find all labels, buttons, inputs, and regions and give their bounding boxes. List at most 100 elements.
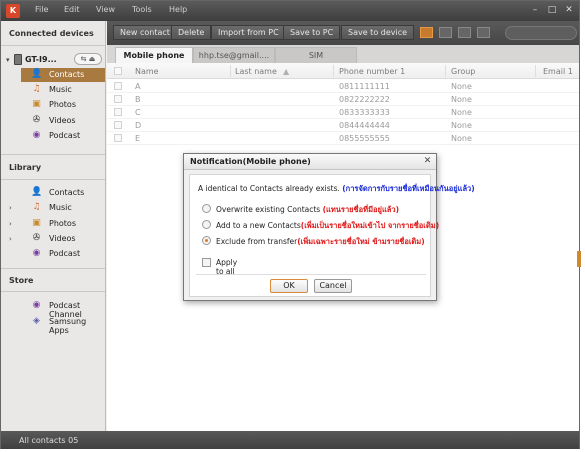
overwrite-radio[interactable] xyxy=(202,204,211,213)
sidebar-item-label: Videos xyxy=(49,116,76,125)
grid-view-icon[interactable] xyxy=(477,27,490,38)
close-icon[interactable]: ✕ xyxy=(563,4,575,16)
divider xyxy=(1,291,105,292)
samsung-apps-icon: ◈ xyxy=(33,316,40,326)
option-text: Add to a new Contacts xyxy=(216,221,301,230)
sidebar-item-label: Contacts xyxy=(49,188,85,197)
sidebar-item-label: Podcast xyxy=(49,131,81,140)
search-input[interactable] xyxy=(505,26,577,40)
divider xyxy=(1,268,105,269)
message-text: A identical to Contacts already exists. xyxy=(198,184,340,193)
import-from-pc-button[interactable]: Import from PC xyxy=(211,25,286,40)
chevron-right-icon[interactable]: › xyxy=(9,204,12,212)
photos-icon: ▣ xyxy=(32,99,41,109)
menu-bar: K File Edit View Tools Help – □ ✕ xyxy=(1,1,579,21)
save-to-pc-button[interactable]: Save to PC xyxy=(283,25,341,40)
library-item-contacts[interactable]: 👤 Contacts xyxy=(21,186,105,200)
music-icon: ♫ xyxy=(32,202,41,212)
ok-button[interactable]: OK xyxy=(270,279,308,293)
library-item-podcast[interactable]: ◉ Podcast xyxy=(21,247,105,261)
option-note: (แทนรายชื่อที่มีอยู่แล้ว) xyxy=(322,205,400,214)
store-item-podcast-channel[interactable]: ◉ Podcast Channel xyxy=(21,299,105,319)
sidebar-item-music[interactable]: ♫ Music xyxy=(21,83,105,97)
detail-view-icon[interactable] xyxy=(458,27,471,38)
music-icon: ♫ xyxy=(32,84,41,94)
tab-bar: Mobile phone hhp.tse@gmail.... SIM xyxy=(107,45,579,63)
cancel-button[interactable]: Cancel xyxy=(314,279,352,293)
status-bar: All contacts 05 xyxy=(1,431,579,449)
photos-icon: ▣ xyxy=(32,218,41,228)
podcast-channel-icon: ◉ xyxy=(32,300,41,310)
app-logo: K xyxy=(6,4,20,18)
sidebar-item-label: Music xyxy=(49,85,72,94)
option-exclude[interactable]: Exclude from transfer(เพิ่มเฉพาะรายชื่อใ… xyxy=(202,235,430,247)
store-heading: Store xyxy=(9,276,34,285)
sidebar-item-label: Contacts xyxy=(49,70,85,79)
dialog-message: A identical to Contacts already exists. … xyxy=(198,183,475,195)
message-note: (การจัดการกับรายชื่อที่เหมือนกันอยู่แล้ว… xyxy=(342,184,475,193)
dialog-body: A identical to Contacts already exists. … xyxy=(189,174,475,297)
sidebar-item-videos[interactable]: ✇ Videos xyxy=(21,114,105,128)
option-text: Exclude from transfer xyxy=(216,237,298,246)
option-overwrite[interactable]: Overwrite existing Contacts (แทนรายชื่อท… xyxy=(202,203,430,215)
menu-edit[interactable]: Edit xyxy=(64,5,80,14)
save-to-device-button[interactable]: Save to device xyxy=(341,25,415,40)
divider xyxy=(1,45,105,46)
option-add-new[interactable]: Add to a new Contacts(เพิ่มเป็นรายชื่อให… xyxy=(202,219,439,231)
chevron-down-icon[interactable]: ▾ xyxy=(6,56,10,64)
device-row[interactable]: ▾ GT-I9... ⇆ ⏏ xyxy=(5,53,103,67)
tab-sim[interactable]: SIM xyxy=(275,47,357,63)
apply-to-all-checkbox[interactable] xyxy=(202,258,211,267)
minimize-icon[interactable]: – xyxy=(529,4,541,16)
option-note: (เพิ่มเป็นรายชื่อใหม่เข้าไป จากรายชื่อเด… xyxy=(300,221,440,230)
chevron-right-icon[interactable]: › xyxy=(9,220,12,228)
option-label: Add to a new Contacts(เพิ่มเป็นรายชื่อให… xyxy=(216,220,439,232)
videos-icon: ✇ xyxy=(32,233,41,243)
sidebar: Connected devices ▾ GT-I9... ⇆ ⏏ 👤 Conta… xyxy=(1,21,106,431)
sidebar-item-contacts[interactable]: 👤 Contacts xyxy=(21,68,105,82)
option-text: Overwrite existing Contacts xyxy=(216,205,321,214)
delete-button[interactable]: Delete xyxy=(171,25,212,40)
side-handle[interactable] xyxy=(577,251,581,267)
menu-tools[interactable]: Tools xyxy=(132,5,152,14)
library-item-music[interactable]: ♫ Music xyxy=(21,201,105,215)
videos-icon: ✇ xyxy=(32,115,41,125)
contacts-icon: 👤 xyxy=(31,187,43,197)
chevron-right-icon[interactable]: › xyxy=(9,235,12,243)
menu-file[interactable]: File xyxy=(35,5,48,14)
list-view-icon[interactable] xyxy=(420,27,433,38)
option-label: Exclude from transfer(เพิ่มเฉพาะรายชื่อใ… xyxy=(216,236,425,248)
option-label: Overwrite existing Contacts (แทนรายชื่อท… xyxy=(216,204,399,216)
card-view-icon[interactable] xyxy=(439,27,452,38)
sidebar-item-label: Photos xyxy=(49,219,76,228)
sidebar-item-label: Samsung Apps xyxy=(49,317,87,335)
new-contact-button[interactable]: New contact xyxy=(113,25,177,40)
notification-dialog: Notification(Mobile phone) ✕ A identical… xyxy=(183,153,475,301)
tab-mobile-phone[interactable]: Mobile phone xyxy=(115,47,193,63)
library-heading: Library xyxy=(9,163,42,172)
dialog-title-bar: Notification(Mobile phone) ✕ xyxy=(184,154,436,170)
sidebar-item-photos[interactable]: ▣ Photos xyxy=(21,98,105,112)
add-new-radio[interactable] xyxy=(202,220,211,229)
library-item-videos[interactable]: ✇ Videos xyxy=(21,232,105,246)
sidebar-item-podcast[interactable]: ◉ Podcast xyxy=(21,129,105,143)
close-icon[interactable]: ✕ xyxy=(422,156,433,167)
device-action-button[interactable]: ⇆ ⏏ xyxy=(74,53,102,65)
sidebar-item-label: Music xyxy=(49,203,72,212)
store-item-samsung-apps[interactable]: ◈ Samsung Apps xyxy=(21,315,105,335)
sidebar-item-label: Photos xyxy=(49,100,76,109)
connected-devices-heading: Connected devices xyxy=(9,29,94,38)
menu-view[interactable]: View xyxy=(96,5,115,14)
menu-help[interactable]: Help xyxy=(169,5,187,14)
tab-google-account[interactable]: hhp.tse@gmail.... xyxy=(193,47,275,63)
device-name: GT-I9... xyxy=(25,55,57,64)
toolbar: New contact Delete Import from PC Save t… xyxy=(107,21,579,45)
podcast-icon: ◉ xyxy=(32,248,41,258)
phone-icon xyxy=(14,54,22,65)
divider xyxy=(196,274,426,275)
maximize-icon[interactable]: □ xyxy=(546,4,558,16)
podcast-icon: ◉ xyxy=(32,130,41,140)
divider xyxy=(1,179,105,180)
exclude-radio[interactable] xyxy=(202,236,211,245)
library-item-photos[interactable]: ▣ Photos xyxy=(21,217,105,231)
